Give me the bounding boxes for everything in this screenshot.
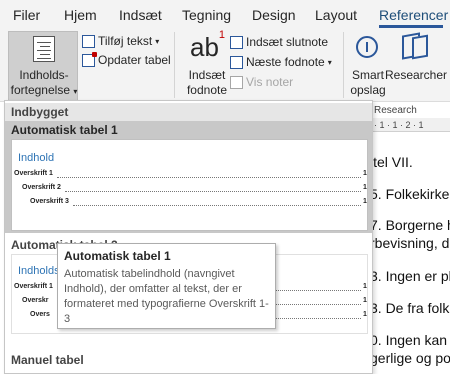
chevron-down-icon: ▾ — [327, 57, 332, 67]
tab-filer[interactable]: Filer — [13, 7, 40, 23]
preview-row-page: 1 — [363, 297, 367, 304]
next-footnote-label: Næste fodnote — [246, 55, 325, 69]
chevron-down-icon: ▾ — [155, 36, 160, 46]
ribbon-divider — [174, 32, 175, 98]
preview-row-label: Overskr — [22, 297, 49, 304]
researcher-label: Researcher — [384, 68, 448, 82]
tab-indsaet[interactable]: Indsæt — [119, 7, 162, 23]
document-line: 3. Ingen er pl — [370, 268, 450, 284]
insert-footnote-icon: ab1 — [190, 29, 226, 62]
document-line: 3. De fra folk — [370, 300, 450, 316]
tooltip-title: Automatisk tabel 1 — [64, 249, 171, 263]
preview-row-label: Overskrift 2 — [22, 184, 61, 191]
gallery-item-automatic-table-1[interactable]: Automatisk tabel 1 Indhold Overskrift 1 … — [5, 121, 372, 233]
toc-gallery-dropdown: Indbygget Automatisk tabel 1 Indhold Ove… — [4, 100, 373, 374]
preview-row-page: 1 — [363, 283, 367, 290]
gallery-item-title: Automatisk tabel 1 — [11, 123, 118, 137]
tab-layout[interactable]: Layout — [315, 7, 357, 23]
toc-preview: Indhold Overskrift 1 1 Overskrift 2 1 Ov… — [11, 139, 368, 231]
update-table-label: Opdater tabel — [98, 53, 171, 67]
preview-row-label: Overs — [30, 311, 50, 318]
add-text-icon — [82, 34, 95, 48]
document-line: rbevisning, d — [370, 235, 450, 251]
preview-dot-leader — [65, 191, 361, 192]
update-table-button[interactable]: Opdater tabel — [82, 51, 171, 67]
preview-row-label: Overskrift 3 — [30, 198, 69, 205]
preview-dot-leader — [73, 205, 361, 206]
document-line: itel VII. — [370, 154, 413, 170]
show-notes-label: Vis noter — [246, 75, 294, 89]
document-line: 7. Borgerne h — [370, 217, 450, 233]
add-text-button[interactable]: Tilføj tekst ▾ — [82, 34, 159, 48]
insert-footnote-label-line2: fodnote — [186, 83, 228, 97]
next-footnote-button[interactable]: Næste fodnote ▾ — [230, 55, 332, 69]
tooltip-description: Automatisk tabelindhold (navngivet Indho… — [64, 268, 269, 325]
insert-endnote-label: Indsæt slutnote — [246, 35, 329, 49]
chevron-down-icon: ▾ — [73, 87, 78, 96]
insert-footnote-label-line1: Indsæt — [188, 68, 226, 82]
preview-heading: Indholdsf — [18, 265, 63, 277]
document-line: 0. Ingen kan p — [370, 332, 450, 348]
preview-dot-leader — [57, 177, 361, 178]
section-header-builtin: Indbygget — [5, 103, 372, 121]
endnote-icon — [230, 35, 243, 49]
ribbon-references: Indholds- fortegnelse ▾ Tilføj tekst ▾ O… — [0, 28, 450, 102]
document-line: 5. Folkekirke — [370, 186, 450, 202]
table-of-contents-icon — [33, 36, 55, 62]
next-footnote-icon — [230, 55, 243, 69]
tooltip: Automatisk tabel 1 Automatisk tabelindho… — [57, 243, 276, 329]
tab-hjem[interactable]: Hjem — [64, 7, 97, 23]
preview-row-label: Overskrift 1 — [14, 283, 53, 290]
tab-tegning[interactable]: Tegning — [182, 7, 231, 23]
preview-row-label: Overskrift 1 — [14, 170, 53, 177]
ribbon-tabs: Filer Hjem Indsæt Tegning Design Layout … — [0, 0, 450, 28]
add-text-label: Tilføj tekst — [98, 34, 153, 48]
preview-heading: Indhold — [18, 152, 55, 164]
insert-endnote-button[interactable]: Indsæt slutnote — [230, 35, 328, 49]
show-notes-icon — [230, 75, 243, 89]
tab-referencer[interactable]: Referencer — [379, 7, 448, 23]
table-of-contents-button[interactable]: Indholds- fortegnelse ▾ — [8, 31, 78, 101]
preview-row-page: 1 — [363, 184, 367, 191]
document-line: gerlige og po — [370, 350, 450, 366]
preview-row-page: 1 — [363, 311, 367, 318]
smart-lookup-label-line2: opslag — [350, 83, 386, 97]
researcher-icon-page — [412, 34, 428, 60]
preview-row-page: 1 — [363, 198, 367, 205]
ribbon-divider — [343, 32, 344, 98]
toc-label-line2: fortegnelse ▾ — [10, 83, 78, 97]
update-table-icon — [82, 51, 97, 67]
toc-label-line1: Indholds- — [19, 68, 69, 82]
research-group-label: Research — [374, 105, 417, 116]
horizontal-ruler: · 1 · 1 · 2 · 1 — [368, 118, 450, 132]
tab-design[interactable]: Design — [252, 7, 296, 23]
smart-lookup-icon — [356, 36, 378, 58]
preview-row-page: 1 — [363, 170, 367, 177]
show-notes-button[interactable]: Vis noter — [230, 75, 293, 89]
section-header-manual-table[interactable]: Manuel tabel — [11, 353, 84, 367]
